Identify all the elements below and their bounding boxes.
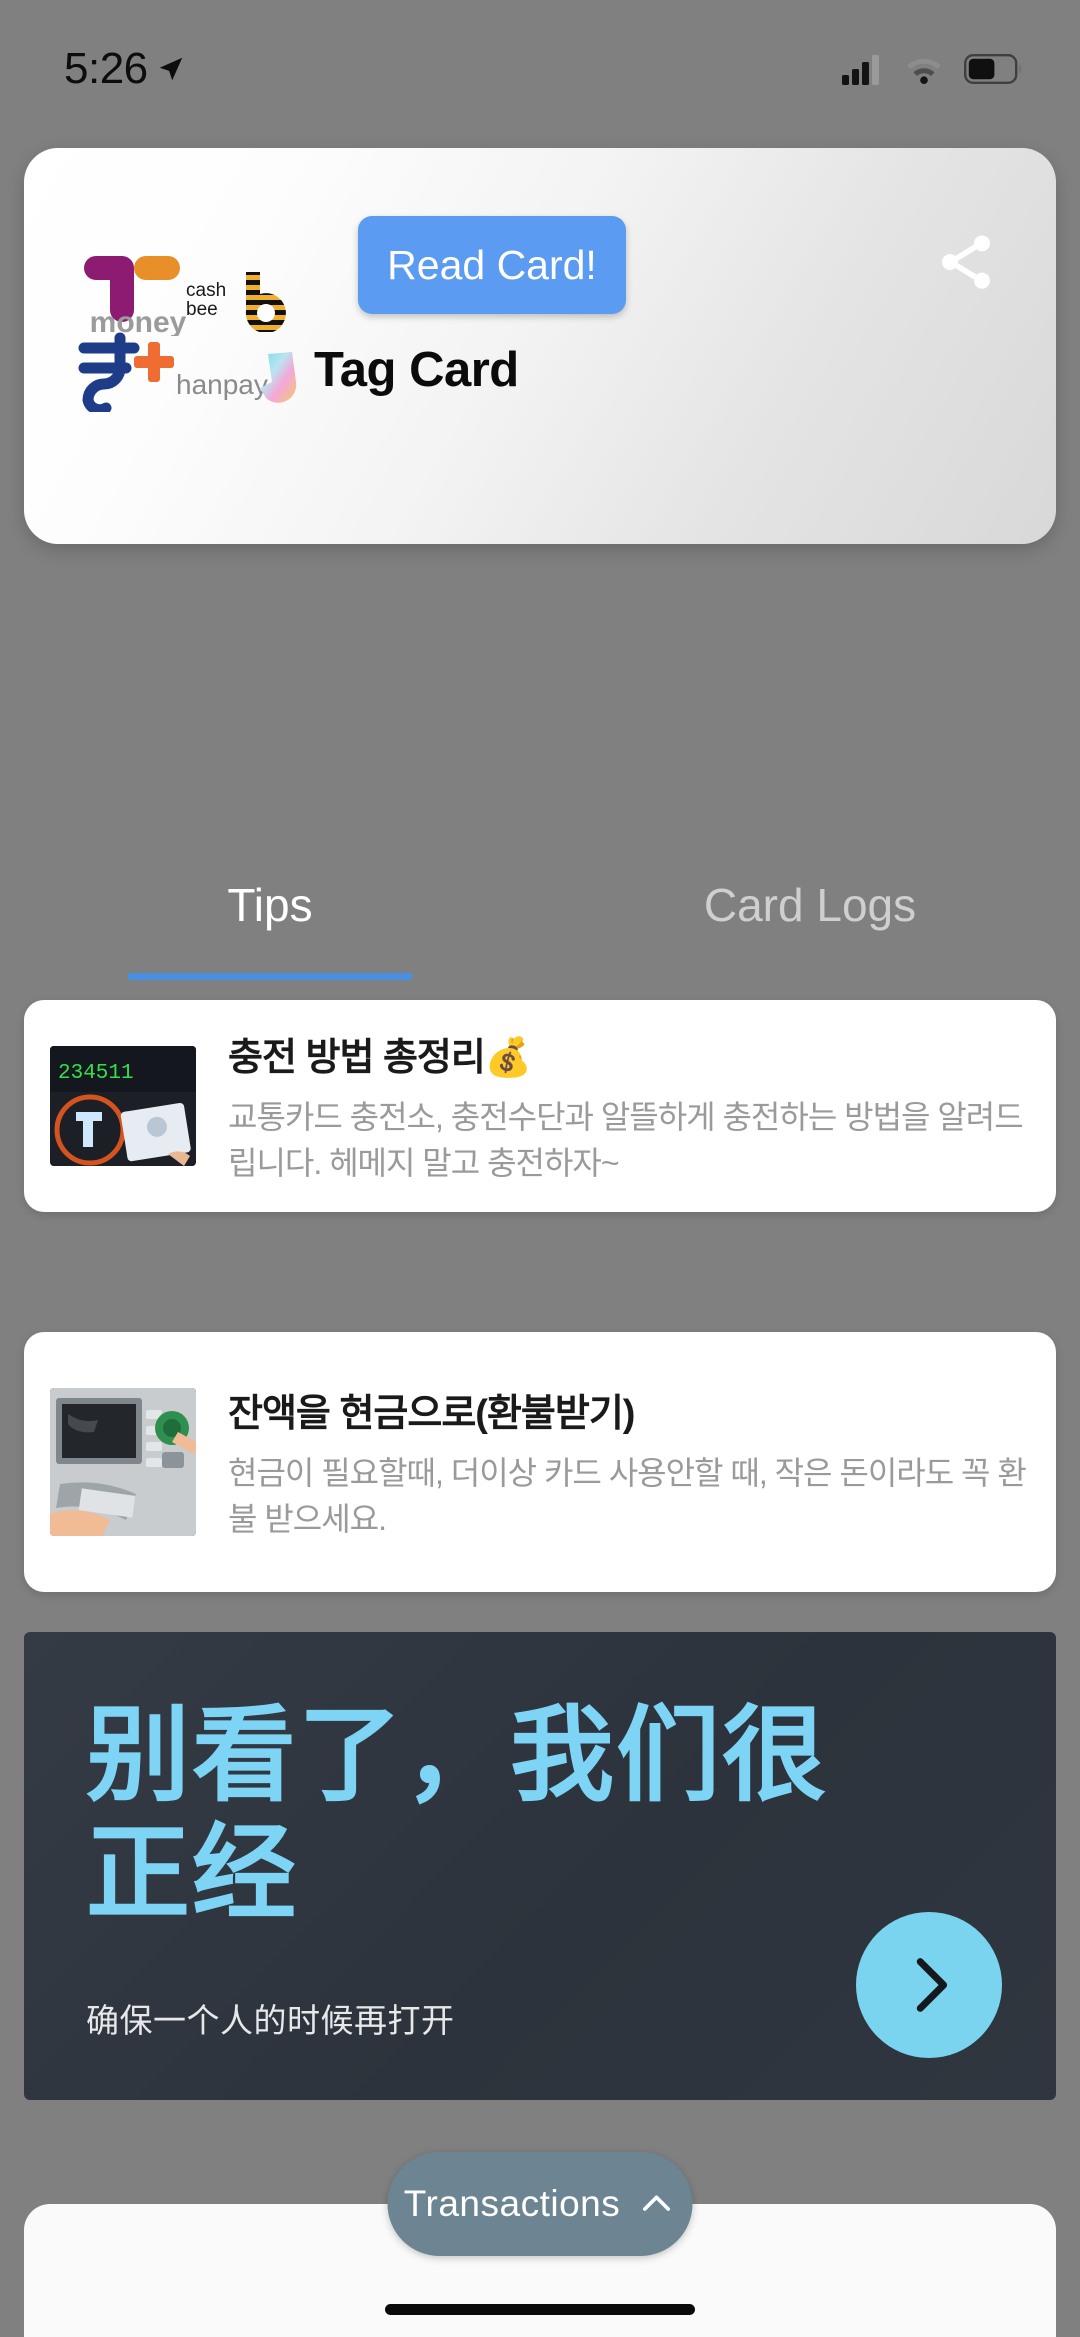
transactions-label: Transactions bbox=[403, 2183, 621, 2224]
status-bar-left: 5:26 bbox=[64, 44, 186, 94]
tab-inactive-indicator bbox=[668, 973, 952, 980]
terminal-display-value: 234511 bbox=[58, 1062, 134, 1085]
cashbee-logo-label-line2: bee bbox=[186, 299, 218, 320]
tip-list-item[interactable]: 234511 충전 방법 총정리💰 교통카드 충전소, 충전수단과 알뜰하게 충… bbox=[24, 1000, 1056, 1212]
location-arrow-icon bbox=[159, 57, 182, 81]
cellular-signal-icon bbox=[842, 55, 879, 85]
read-card-button[interactable]: Read Card! bbox=[358, 216, 626, 314]
tip-title: 잔액을 현금으로(환불받기) bbox=[228, 1393, 635, 1436]
battery-icon bbox=[964, 54, 1022, 84]
chevron-up-icon bbox=[642, 2195, 670, 2211]
home-indicator bbox=[385, 2304, 695, 2315]
hanpay-logo-label: hanpay bbox=[176, 369, 268, 400]
tab-tips-label: Tips bbox=[227, 879, 313, 931]
tab-tips[interactable]: Tips bbox=[0, 850, 540, 980]
tip-content: 잔액을 현금으로(환불받기) 현금이 필요할때, 더이상 카드 사용안할 때, … bbox=[228, 1382, 1030, 1542]
atm-refund-thumbnail bbox=[50, 1388, 196, 1536]
tip-description: 교통카드 충전소, 충전수단과 알뜰하게 충전하는 방법을 알려드립니다. 헤메… bbox=[228, 1099, 1024, 1181]
share-button[interactable] bbox=[924, 220, 1008, 304]
railplus-logo bbox=[76, 330, 190, 416]
tip-content: 충전 방법 총정리💰 교통카드 충전소, 충전수단과 알뜰하게 충전하는 방법을… bbox=[228, 1026, 1030, 1186]
ad-cta-button[interactable] bbox=[856, 1912, 1002, 2058]
status-bar-clock: 5:26 bbox=[64, 44, 148, 93]
share-icon bbox=[942, 235, 990, 289]
tag-card-panel[interactable]: Read Card! money cash bee hanpay Tag Car… bbox=[24, 148, 1056, 544]
tip-description: 현금이 필요할때, 더이상 카드 사용안할 때, 작은 돈이라도 꼭 환불 받으… bbox=[228, 1455, 1027, 1537]
tip-title: 충전 방법 총정리💰 bbox=[228, 1037, 532, 1080]
tag-card-title: Tag Card bbox=[314, 343, 519, 397]
chevron-right-icon bbox=[916, 1958, 948, 2012]
tab-card-logs-label: Card Logs bbox=[703, 879, 917, 931]
tab-active-indicator bbox=[128, 973, 412, 980]
tab-bar: Tips Card Logs bbox=[0, 850, 1080, 980]
tip-list-item[interactable]: 잔액을 현금으로(환불받기) 현금이 필요할때, 더이상 카드 사용안할 때, … bbox=[24, 1332, 1056, 1592]
hanpay-logo: hanpay bbox=[176, 350, 304, 408]
ad-banner[interactable]: 别看了，我们很正经 确保一个人的时候再打开 bbox=[24, 1632, 1056, 2100]
supported-card-logos: money cash bee hanpay bbox=[76, 248, 328, 416]
ad-subtext: 确保一个人的时候再打开 bbox=[86, 2002, 455, 2039]
status-bar-right bbox=[842, 53, 1024, 85]
cashbee-logo: cash bee bbox=[184, 270, 302, 334]
tab-card-logs[interactable]: Card Logs bbox=[540, 850, 1080, 980]
ad-headline: 别看了，我们很正经 bbox=[86, 1698, 829, 1932]
wifi-icon bbox=[907, 58, 941, 85]
tmoney-logo: money bbox=[82, 248, 194, 339]
status-bar: 5:26 bbox=[0, 0, 1080, 110]
cashbee-logo-label-line1: cash bbox=[186, 280, 226, 301]
transactions-button[interactable]: Transactions bbox=[387, 2152, 693, 2256]
charge-terminal-thumbnail: 234511 bbox=[50, 1046, 196, 1166]
